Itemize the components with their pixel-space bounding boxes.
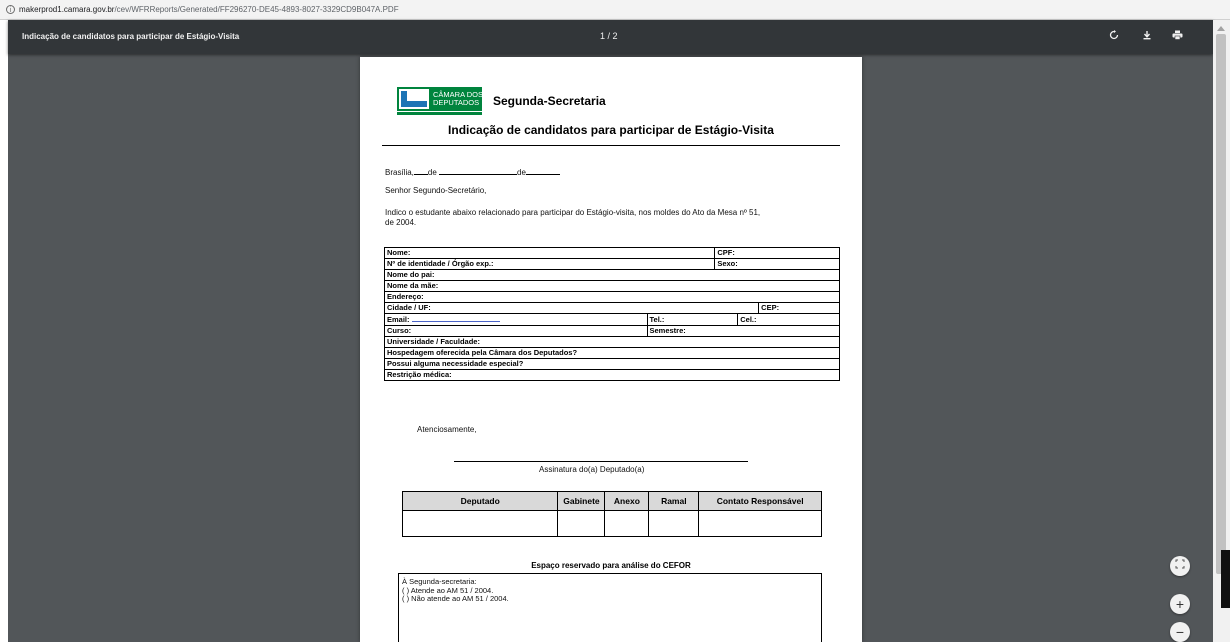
email-link-redacted [411, 315, 500, 322]
zoom-out-button[interactable]: − [1170, 622, 1190, 642]
address-bar[interactable]: i makerprod1.camara.gov.br/cev/WFRReport… [0, 0, 1230, 20]
curso-label: Curso: [384, 325, 648, 337]
table-row: Nome do pai: [384, 269, 840, 281]
sexo-label: Sexo: [714, 258, 840, 270]
cefor-title: Espaço reservado para análise do CEFOR [531, 561, 691, 570]
mae-label: Nome da mãe: [384, 280, 840, 292]
universidade-label: Universidade / Faculdade: [384, 336, 840, 348]
table-row: Cidade / UF: CEP: [383, 302, 840, 314]
table-row: Curso: Semestre: [384, 325, 840, 337]
info-icon[interactable]: i [6, 5, 15, 14]
rotate-icon [1109, 30, 1119, 40]
email-cell: Email: [384, 313, 648, 326]
url-host: makerprod1.camara.gov.br [19, 5, 115, 14]
email-label: Email: [387, 315, 410, 324]
table-row: Nome: CPF: [383, 247, 840, 259]
necessidade-label: Possui alguma necessidade especial? [384, 358, 840, 370]
table-row: Restrição médica: [384, 369, 840, 381]
signature-line [454, 461, 748, 462]
table-row: Email: Tel.: Cel.: [384, 313, 840, 326]
cidade-label: Cidade / UF: [383, 302, 760, 314]
closing: Atenciosamente, [417, 425, 477, 434]
pdf-page: CÂMARA DOS DEPUTADOS Segunda-Secretaria … [360, 57, 862, 642]
scroll-thumb[interactable] [1216, 34, 1226, 574]
deputy-table: Deputado Gabinete Anexo Ramal Contato Re… [401, 491, 822, 537]
scroll-up-icon[interactable] [1217, 26, 1225, 31]
logo-line2: DEPUTADOS [433, 98, 480, 107]
camara-logo: CÂMARA DOS DEPUTADOS [397, 87, 483, 115]
page-indicator: 1 / 2 [600, 31, 618, 41]
header-gabinete: Gabinete [557, 491, 606, 511]
greeting: Senhor Segundo-Secretário, [385, 186, 487, 195]
pai-label: Nome do pai: [384, 269, 840, 281]
download-icon [1143, 31, 1151, 40]
table-row: Nome da mãe: [384, 280, 840, 292]
table-row [401, 510, 822, 537]
cel-label: Cel.: [737, 313, 840, 326]
nome-label: Nome: [383, 247, 716, 259]
document-title: Indicação de candidatos para participar … [22, 32, 240, 41]
header-contato: Contato Responsável [698, 491, 822, 511]
student-data-table: Nome: CPF: Nº de identidade / Órgão exp.… [383, 247, 840, 381]
table-row: Endereço: [384, 291, 840, 303]
cefor-box: À Segunda-secretaria: ( ) Atende ao AM 5… [398, 573, 822, 642]
left-edge [0, 20, 8, 642]
signature-label: Assinatura do(a) Deputado(a) [539, 465, 645, 474]
cefor-line-3: ( ) Não atende ao AM 51 / 2004. [402, 594, 509, 603]
header-ramal: Ramal [648, 491, 700, 511]
hospedagem-label: Hospedagem oferecida pela Câmara dos Dep… [384, 347, 840, 359]
title-divider [382, 145, 840, 146]
intro-line-1: Indico o estudante abaixo relacionado pa… [385, 208, 761, 217]
fit-page-button[interactable] [1170, 556, 1190, 576]
header-anexo: Anexo [604, 491, 650, 511]
tel-label: Tel.: [646, 313, 739, 326]
table-row: Possui alguma necessidade especial? [384, 358, 840, 370]
endereco-label: Endereço: [384, 291, 840, 303]
url-path: /cev/WFRReports/Generated/FF296270-DE45-… [114, 5, 399, 14]
pdf-toolbar: Indicação de candidatos para participar … [8, 20, 1213, 54]
table-row: Nº de identidade / Órgão exp.: Sexo: [383, 258, 840, 270]
cep-label: CEP: [758, 302, 840, 314]
scrollbar-overlay [1221, 550, 1230, 608]
secretaria-heading: Segunda-Secretaria [493, 94, 606, 108]
table-row: Universidade / Faculdade: [384, 336, 840, 348]
cpf-label: CPF: [714, 247, 840, 259]
form-title: Indicação de candidatos para participar … [448, 123, 774, 137]
fit-page-icon [1175, 559, 1185, 569]
identidade-label: Nº de identidade / Órgão exp.: [383, 258, 716, 270]
rotate-button[interactable] [1106, 29, 1122, 45]
date-line: Brasília, de de [385, 167, 560, 177]
table-row: Hospedagem oferecida pela Câmara dos Dep… [384, 347, 840, 359]
zoom-in-button[interactable]: + [1170, 594, 1190, 614]
restricao-label: Restrição médica: [384, 369, 840, 381]
header-deputado: Deputado [401, 491, 559, 511]
deputy-table-header: Deputado Gabinete Anexo Ramal Contato Re… [401, 491, 822, 511]
vertical-scrollbar[interactable] [1213, 20, 1230, 642]
download-button[interactable] [1139, 29, 1155, 45]
print-icon [1172, 30, 1182, 40]
print-button[interactable] [1169, 29, 1185, 45]
intro-line-2: de 2004. [385, 218, 417, 227]
semestre-label: Semestre: [646, 325, 840, 337]
